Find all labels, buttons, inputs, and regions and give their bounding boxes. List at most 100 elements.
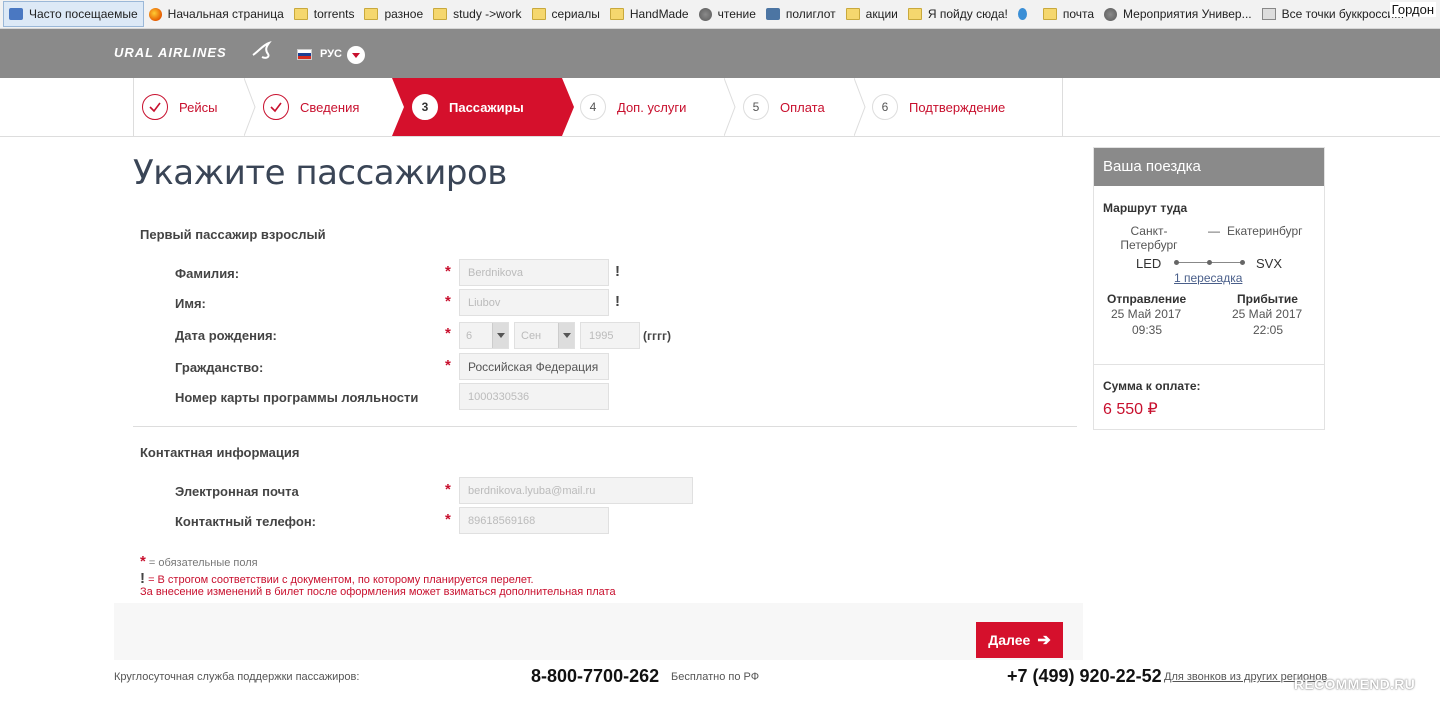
route-dot — [1240, 260, 1245, 265]
bookmark-drop[interactable] — [1013, 1, 1038, 27]
citizenship-select[interactable]: Российская Федерация — [459, 353, 609, 380]
page-icon — [9, 8, 23, 20]
birth-day-select[interactable]: 6 — [459, 322, 509, 349]
from-city: Санкт- Петербург — [1120, 224, 1178, 252]
loyalty-card-label: Номер карты программы лояльности — [175, 390, 419, 405]
total-label: Сумма к оплате: — [1103, 379, 1201, 393]
bookmark-mail[interactable]: почта — [1038, 1, 1099, 27]
step-details[interactable]: Сведения — [263, 78, 393, 136]
bookmark-most-visited[interactable]: Часто посещаемые — [3, 1, 144, 27]
globe-icon — [1104, 7, 1118, 21]
site-header: URAL AIRLINES РУС — [0, 29, 1440, 78]
next-button[interactable]: Далее ➔ — [976, 622, 1063, 658]
required-mark: * — [445, 325, 451, 342]
required-mark: * — [445, 357, 451, 374]
bookmark-study-work[interactable]: study ->work — [428, 1, 526, 27]
russia-flag-icon — [297, 49, 312, 60]
folder-icon — [364, 8, 379, 20]
step-separator — [724, 78, 736, 136]
exclaim-mark: ! — [615, 293, 620, 310]
birth-month-select[interactable]: Сен — [514, 322, 575, 349]
folder-icon — [1042, 8, 1057, 20]
step-separator — [854, 78, 866, 136]
step-payment[interactable]: 5 Оплата — [743, 78, 853, 136]
phone-field[interactable]: 89618569168 — [459, 507, 609, 534]
step-confirmation[interactable]: 6 Подтверждение — [872, 78, 1052, 136]
bookmark-reading[interactable]: чтение — [694, 1, 761, 27]
bookmark-start-page[interactable]: Начальная страница — [144, 1, 289, 27]
route-dot — [1207, 260, 1212, 265]
check-icon — [263, 94, 289, 120]
action-bar — [114, 603, 1083, 660]
drop-icon — [1017, 8, 1027, 20]
step-separator — [244, 78, 256, 136]
required-mark: * — [445, 511, 451, 528]
surname-label: Фамилия: — [175, 266, 240, 281]
birth-year-field[interactable]: 1995 — [580, 322, 640, 349]
bookmark-ill-go[interactable]: Я пойду сюда! — [903, 1, 1013, 27]
email-label: Электронная почта — [175, 484, 299, 499]
bookmark-torrents[interactable]: torrents — [289, 1, 360, 27]
bookmark-sales[interactable]: акции — [841, 1, 903, 27]
to-city: Екатеринбург — [1227, 224, 1303, 238]
citizenship-label: Гражданство: — [175, 360, 264, 375]
bookmark-polyglot[interactable]: полиглот — [761, 1, 841, 27]
birthdate-label: Дата рождения: — [175, 328, 277, 343]
free-note: Бесплатно по РФ — [671, 671, 760, 683]
image-icon — [1261, 8, 1276, 20]
other-phone[interactable]: +7 (499) 920-22-52 — [1007, 666, 1162, 687]
bookmarks-bar: Часто посещаемые Начальная страница torr… — [0, 0, 1440, 29]
firefox-icon — [148, 7, 162, 21]
arrival-time: 22:05 — [1253, 323, 1284, 337]
phone-label: Контактный телефон: — [175, 514, 316, 529]
step-passengers[interactable]: 3 Пассажиры — [412, 78, 562, 136]
trip-summary-title: Ваша поездка — [1094, 148, 1324, 186]
booking-steps: Рейсы Сведения 3 Пассажиры 4 Доп. услуги… — [0, 78, 1440, 137]
chevron-down-icon — [558, 323, 574, 348]
bookmark-handmade[interactable]: HandMade — [605, 1, 694, 27]
step-flights[interactable]: Рейсы — [142, 78, 252, 136]
route-dot — [1174, 260, 1179, 265]
bookmark-series[interactable]: сериалы — [527, 1, 605, 27]
required-mark: * — [445, 263, 451, 280]
chevron-down-icon[interactable] — [347, 46, 365, 64]
required-note: * = обязательные поля — [140, 553, 258, 570]
arrival-date: 25 Май 2017 — [1232, 307, 1303, 321]
free-phone[interactable]: 8-800-7700-262 — [531, 666, 659, 687]
transfers-link[interactable]: 1 пересадка — [1174, 271, 1242, 285]
folder-icon — [293, 8, 308, 20]
name-field[interactable]: Liubov — [459, 289, 609, 316]
folder-icon — [531, 8, 546, 20]
route-dash: — — [1208, 224, 1220, 238]
required-mark: * — [445, 481, 451, 498]
surname-field[interactable]: Berdnikova — [459, 259, 609, 286]
divider — [133, 426, 1077, 427]
departure-time: 09:35 — [1132, 323, 1163, 337]
from-code: LED — [1136, 256, 1162, 271]
fee-note: За внесение изменений в билет после офор… — [140, 586, 616, 598]
bookmark-events[interactable]: Мероприятия Универ... — [1099, 1, 1257, 27]
chevron-down-icon — [492, 323, 508, 348]
folder-icon — [609, 8, 624, 20]
total-amount: 6 550 ₽ — [1103, 401, 1158, 418]
departure-label: Отправление — [1107, 292, 1187, 306]
bookmark-bookcrossing[interactable]: Все точки буккросси... — [1257, 1, 1409, 27]
airline-logo[interactable]: URAL AIRLINES — [114, 45, 227, 60]
folder-icon — [433, 8, 448, 20]
folder-icon — [845, 8, 860, 20]
arrow-right-icon: ➔ — [1037, 632, 1051, 649]
route-label: Маршрут туда — [1103, 201, 1188, 215]
globe-icon — [698, 7, 712, 21]
step-extra-services[interactable]: 4 Доп. услуги — [580, 78, 720, 136]
to-code: SVX — [1256, 256, 1283, 271]
corner-text: Гордон — [1389, 2, 1436, 17]
departure-date: 25 Май 2017 — [1111, 307, 1182, 321]
page-title: Укажите пассажиров — [133, 153, 507, 193]
year-format-hint: (гггг) — [643, 329, 671, 343]
language-selector[interactable]: РУС — [320, 48, 342, 60]
watermark: RECOMMEND.RU — [1294, 676, 1416, 692]
exact-note: ! = В строгом соответствии с документом,… — [140, 570, 534, 587]
email-field[interactable]: berdnikova.lyuba@mail.ru — [459, 477, 693, 504]
loyalty-card-field[interactable]: 1000330536 — [459, 383, 609, 410]
bookmark-misc[interactable]: разное — [359, 1, 428, 27]
